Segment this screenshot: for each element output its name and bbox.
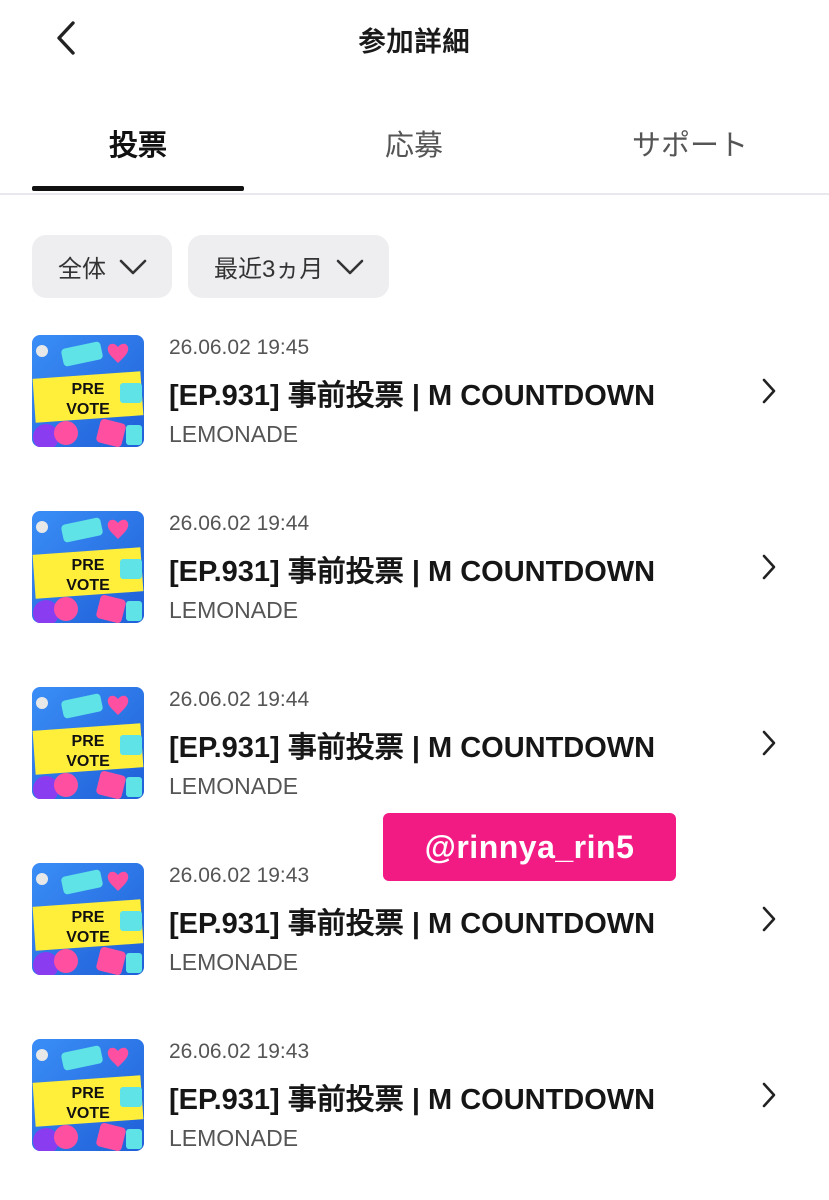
active-tab-indicator [32, 186, 244, 191]
item-subtitle: LEMONADE [169, 597, 299, 623]
filter-period-label: 最近3ヵ月 [214, 256, 324, 283]
filter-bar: 全体 最近3ヵ月 [32, 235, 390, 298]
item-title: [EP.931] 事前投票 | M COUNTDOWN [169, 556, 656, 588]
thumb-vote-text: VOTE [66, 577, 110, 594]
chevron-right-icon [758, 552, 780, 582]
thumb-pre-text: PRE [72, 909, 105, 926]
thumbnail: PRE VOTE [32, 1039, 144, 1151]
thumb-vote-text: VOTE [66, 929, 110, 946]
thumb-pre-text: PRE [72, 733, 105, 750]
chevron-down-icon [335, 258, 365, 276]
item-title: [EP.931] 事前投票 | M COUNTDOWN [169, 1084, 656, 1116]
item-date: 26.06.02 19:43 [169, 864, 310, 887]
chevron-right-icon [758, 1080, 780, 1110]
item-subtitle: LEMONADE [169, 1125, 299, 1151]
filter-category-label: 全体 [58, 256, 106, 283]
tab-apply[interactable]: 応募 [308, 122, 520, 172]
list-item[interactable]: PRE VOTE 26.06.02 19:45 [EP.931] 事前投票 | M… [0, 318, 829, 494]
thumbnail: PRE VOTE [32, 511, 144, 623]
list-item[interactable]: PRE VOTE 26.06.02 19:44 [EP.931] 事前投票 | M… [0, 494, 829, 670]
thumb-vote-text: VOTE [66, 401, 110, 418]
item-date: 26.06.02 19:44 [169, 688, 310, 711]
watermark-label: @rinnya_rin5 [383, 813, 676, 881]
item-title: [EP.931] 事前投票 | M COUNTDOWN [169, 732, 656, 764]
page-title: 参加詳細 [358, 27, 471, 57]
thumb-vote-text: VOTE [66, 1105, 110, 1122]
tab-bar: 投票 応募 サポート [0, 100, 829, 195]
thumb-pre-text: PRE [72, 557, 105, 574]
thumbnail: PRE VOTE [32, 687, 144, 799]
item-subtitle: LEMONADE [169, 773, 299, 799]
thumbnail: PRE VOTE [32, 863, 144, 975]
tab-support[interactable]: サポート [584, 122, 796, 172]
vote-history-list: PRE VOTE 26.06.02 19:45 [EP.931] 事前投票 | M… [0, 318, 829, 1198]
chevron-right-icon [758, 728, 780, 758]
item-date: 26.06.02 19:44 [169, 512, 310, 535]
item-subtitle: LEMONADE [169, 421, 299, 447]
filter-period-dropdown[interactable]: 最近3ヵ月 [188, 235, 390, 298]
chevron-down-icon [118, 258, 148, 276]
list-item[interactable]: PRE VOTE 26.06.02 19:43 [EP.931] 事前投票 | M… [0, 1022, 829, 1198]
tab-vote[interactable]: 投票 [32, 122, 244, 172]
thumbnail: PRE VOTE [32, 335, 144, 447]
item-date: 26.06.02 19:43 [169, 1040, 310, 1063]
participation-detail-screen: 参加詳細 投票 応募 サポート 全体 最近3ヵ月 PRE VOTE 26.06.0… [0, 0, 829, 1200]
header: 参加詳細 [0, 0, 829, 80]
item-title: [EP.931] 事前投票 | M COUNTDOWN [169, 380, 656, 412]
filter-category-dropdown[interactable]: 全体 [32, 235, 172, 298]
item-date: 26.06.02 19:45 [169, 336, 310, 359]
item-subtitle: LEMONADE [169, 949, 299, 975]
chevron-right-icon [758, 904, 780, 934]
thumb-pre-text: PRE [72, 1085, 105, 1102]
item-title: [EP.931] 事前投票 | M COUNTDOWN [169, 908, 656, 940]
chevron-right-icon [758, 376, 780, 406]
thumb-pre-text: PRE [72, 381, 105, 398]
thumb-vote-text: VOTE [66, 753, 110, 770]
